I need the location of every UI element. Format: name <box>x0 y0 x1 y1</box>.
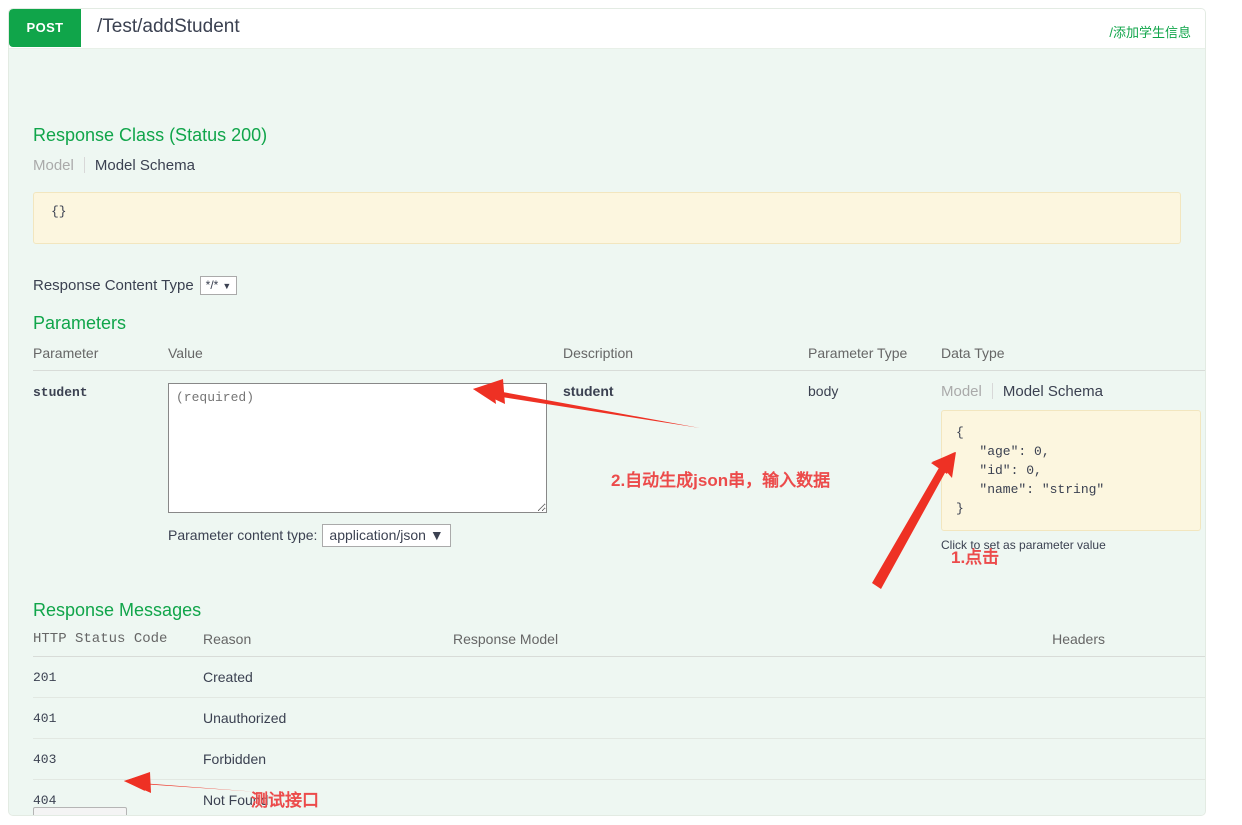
annotation-click-note: 1.点击 <box>951 548 1000 567</box>
parameter-description: student <box>563 383 614 399</box>
table-row: student Parameter content type:applicati… <box>33 371 1205 553</box>
status-headers <box>759 779 1205 815</box>
status-code: 403 <box>33 738 203 780</box>
try-it-out-button[interactable]: Try it out! <box>33 807 127 815</box>
parameter-content-type-value: application/json <box>329 527 426 543</box>
data-type-model-tabs: Model Model Schema <box>941 383 1205 400</box>
table-row: 201 Created <box>33 656 1205 698</box>
col-header-parameter-type: Parameter Type <box>808 345 941 371</box>
tab-model-schema[interactable]: Model Schema <box>993 383 1103 400</box>
chevron-down-icon: ▼ <box>429 527 444 543</box>
col-header-data-type: Data Type <box>941 345 1205 371</box>
annotation-json-note: 2.自动生成json串，输入数据 <box>611 471 831 490</box>
col-header-value: Value <box>168 345 563 371</box>
status-model <box>453 656 760 698</box>
status-reason: Unauthorized <box>203 697 453 739</box>
http-method-badge: POST <box>9 9 81 47</box>
annotation-test-api-note: 测试接口 <box>251 791 319 810</box>
operation-path: /Test/addStudent <box>97 16 240 37</box>
parameter-value-input[interactable] <box>168 383 547 513</box>
operation-heading[interactable]: POST /Test/addStudent /添加学生信息 <box>9 9 1205 49</box>
status-code: 201 <box>33 656 203 698</box>
col-header-http-status-code: HTTP Status Code <box>33 631 203 657</box>
response-content-type: Response Content Type */* ▼ <box>33 276 238 295</box>
response-example-box: {} <box>33 192 1181 244</box>
table-row: 403 Forbidden <box>33 738 1205 780</box>
parameter-type-cell: body <box>808 371 941 553</box>
tab-model[interactable]: Model <box>941 383 992 400</box>
col-header-headers: Headers <box>759 631 1205 657</box>
response-content-type-value: */* <box>205 278 219 292</box>
status-reason: Forbidden <box>203 738 453 780</box>
response-class-title: Response Class (Status 200) <box>33 125 268 145</box>
parameter-data-type-cell: Model Model Schema { "age": 0, "id": 0, "… <box>941 371 1205 552</box>
col-header-reason: Reason <box>203 631 453 657</box>
status-model <box>453 779 760 815</box>
status-reason: Created <box>203 656 453 698</box>
operation-body: Response Class (Status 200) Model Model S… <box>9 49 1205 815</box>
parameter-value-cell: Parameter content type:application/json … <box>168 371 563 553</box>
parameter-name: student <box>33 385 88 400</box>
col-header-description: Description <box>563 345 808 371</box>
parameter-name-cell: student <box>33 371 168 553</box>
chevron-down-icon: ▼ <box>222 281 232 291</box>
response-content-type-label: Response Content Type <box>33 277 194 294</box>
response-messages-body: 201 Created 401 Unauthorized 403 Forbidd… <box>33 656 1205 815</box>
status-reason: Not Found <box>203 779 453 815</box>
response-messages-table: HTTP Status Code Reason Response Model H… <box>33 631 1205 815</box>
col-header-response-model: Response Model <box>453 631 760 657</box>
table-row: 401 Unauthorized <box>33 697 1205 739</box>
table-row: 404 Not Found <box>33 779 1205 815</box>
status-code: 401 <box>33 697 203 739</box>
response-messages-header-row: HTTP Status Code Reason Response Model H… <box>33 631 1205 657</box>
status-model <box>453 697 760 739</box>
operation-summary: /添加学生信息 <box>1109 25 1191 40</box>
status-headers <box>759 656 1205 698</box>
response-messages-title: Response Messages <box>33 600 202 620</box>
col-header-parameter: Parameter <box>33 345 168 371</box>
parameters-table: Parameter Value Description Parameter Ty… <box>33 345 1205 552</box>
tab-model-schema[interactable]: Model Schema <box>85 157 195 174</box>
response-model-tabs: Model Model Schema <box>33 157 195 174</box>
parameter-type: body <box>808 383 839 399</box>
status-model <box>453 738 760 780</box>
status-headers <box>759 738 1205 780</box>
swagger-operation-page: POST /Test/addStudent /添加学生信息 Response C… <box>0 0 1242 825</box>
parameter-schema-box[interactable]: { "age": 0, "id": 0, "name": "string" } <box>941 410 1201 531</box>
operation-panel: POST /Test/addStudent /添加学生信息 Response C… <box>8 8 1206 816</box>
parameter-content-type-label: Parameter content type: <box>168 527 318 543</box>
response-content-type-select[interactable]: */* ▼ <box>199 276 238 295</box>
parameter-content-type-row: Parameter content type: application/json … <box>168 524 563 547</box>
parameters-title: Parameters <box>33 313 127 333</box>
parameters-header-row: Parameter Value Description Parameter Ty… <box>33 345 1205 371</box>
status-headers <box>759 697 1205 739</box>
parameter-description-cell: student <box>563 371 808 553</box>
tab-model[interactable]: Model <box>33 157 84 174</box>
parameter-content-type-select[interactable]: application/json ▼ <box>322 524 451 547</box>
